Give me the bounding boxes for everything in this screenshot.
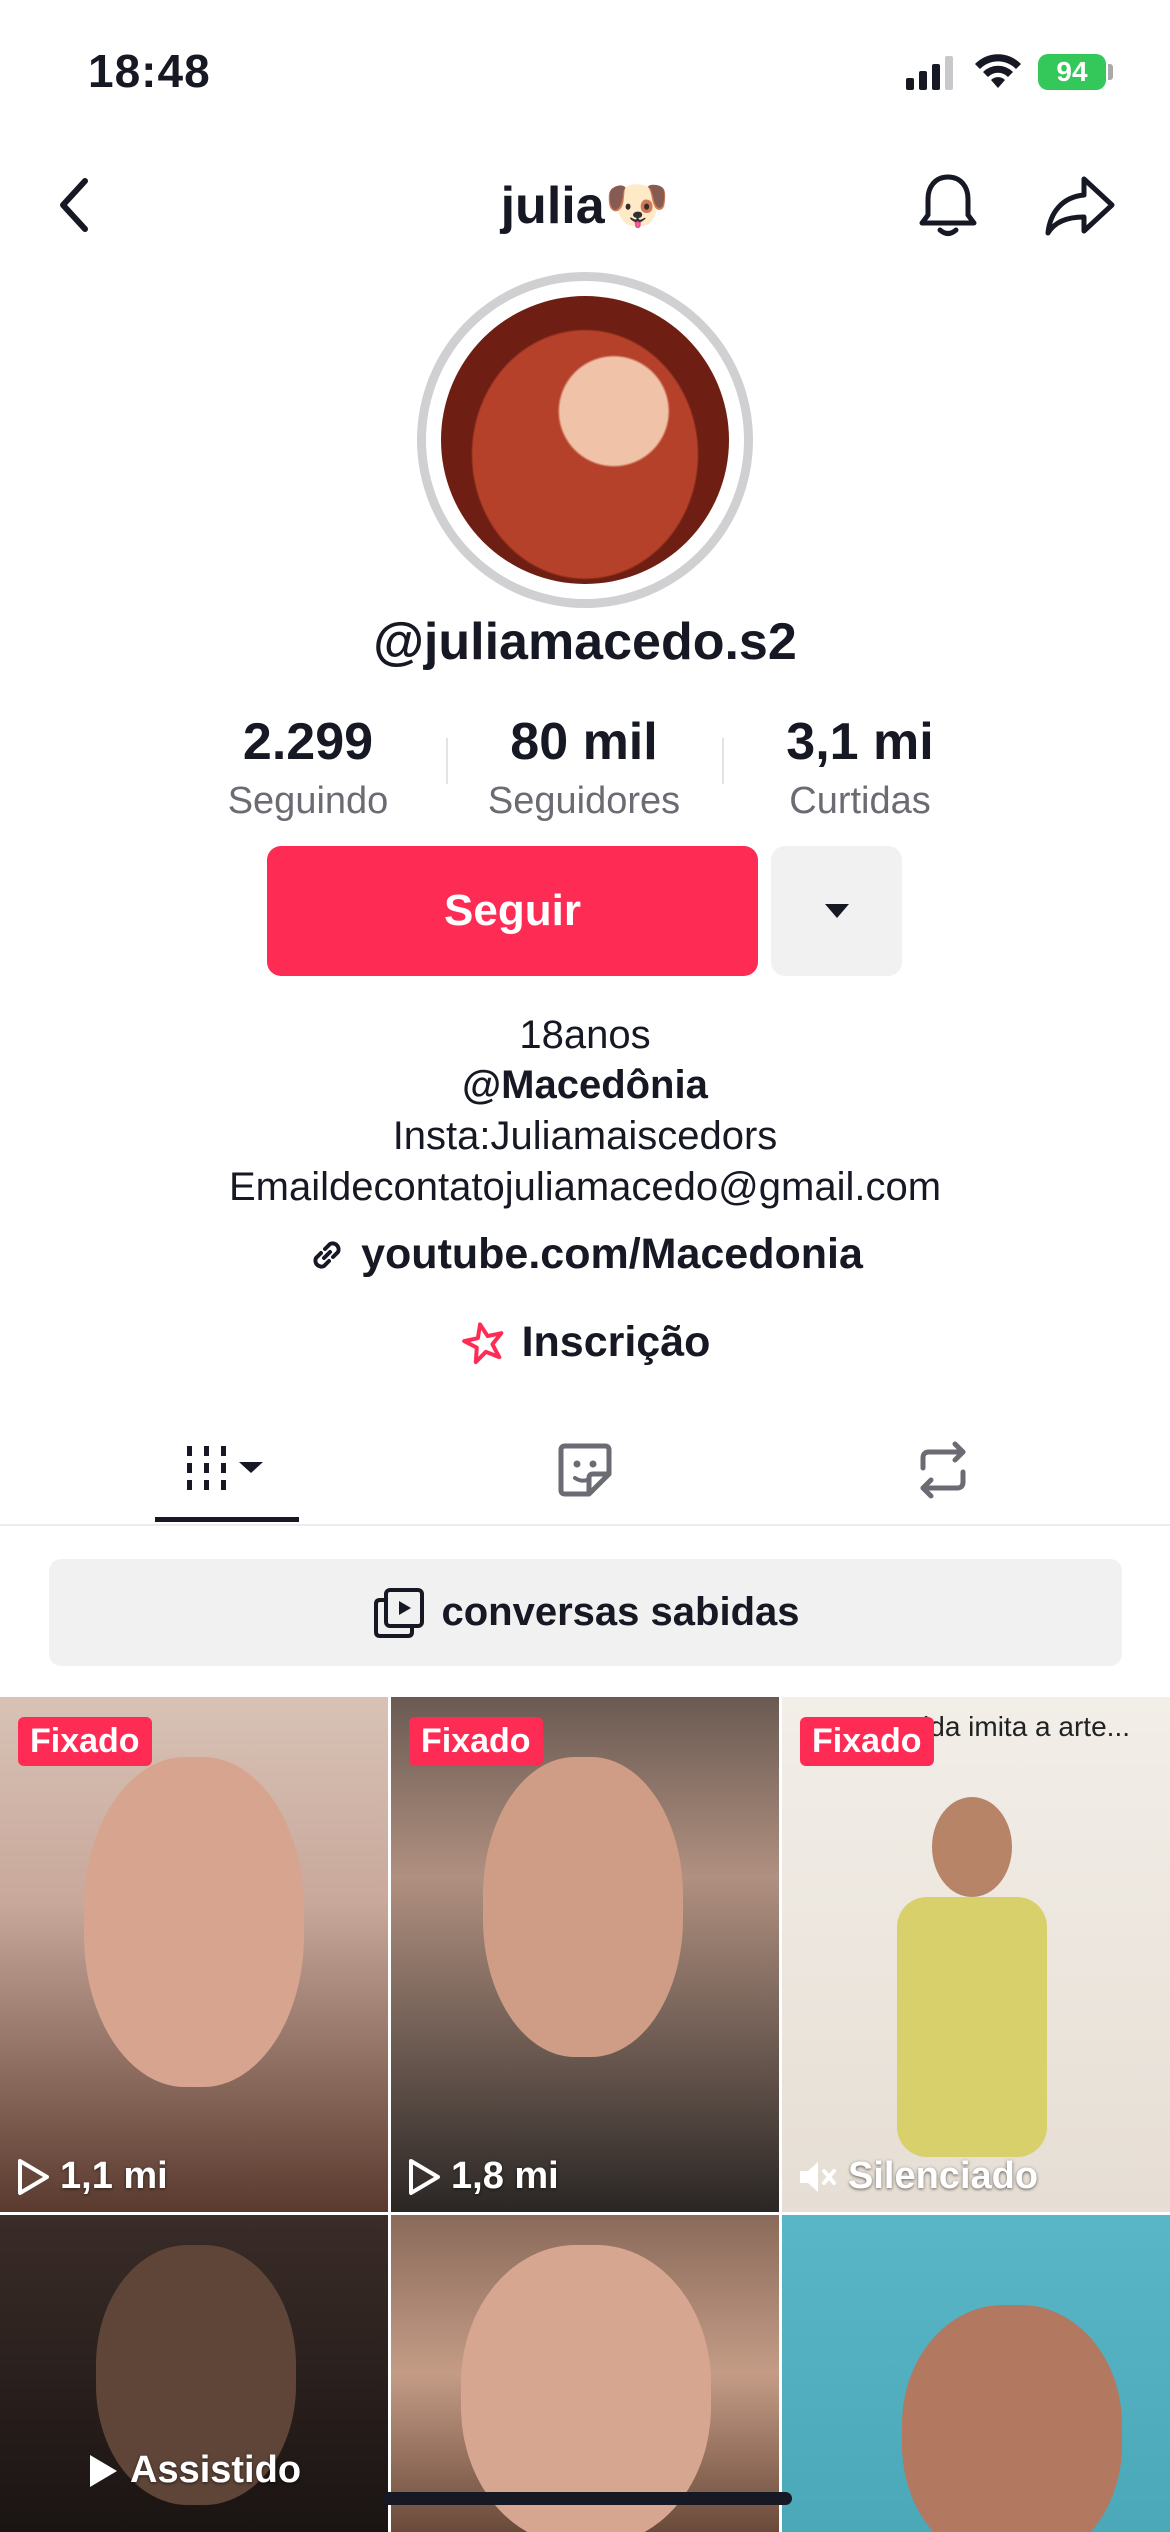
tab-videos[interactable]	[155, 1430, 299, 1510]
subscription-label: Inscrição	[521, 1318, 711, 1366]
bio-line: Insta:Juliamaiscedors	[392, 1114, 778, 1158]
stat-value: 2.299	[242, 713, 374, 771]
bio-line: Emaildecontatojuliamacedo@gmail.com	[228, 1165, 942, 1209]
video-tile[interactable]: Fixado 1,8 mi	[391, 1697, 779, 2212]
mute-status: Silenciado	[848, 2155, 1039, 2197]
stat-value: 80 mil	[510, 713, 658, 771]
follow-button[interactable]: Seguir	[267, 846, 758, 976]
bell-icon	[919, 174, 977, 236]
username: @juliamacedo.s2	[373, 613, 797, 671]
pinned-badge: Fixado	[800, 1717, 934, 1766]
pinned-badge: Fixado	[18, 1717, 152, 1766]
bio-link[interactable]: youtube.com/Macedonia	[0, 1230, 1170, 1279]
video-thumbnail	[897, 1897, 1047, 2157]
view-count: 1,8 mi	[451, 2155, 559, 2197]
pinned-badge: Fixado	[409, 1717, 543, 1766]
video-tile[interactable]: Assistido	[0, 2215, 388, 2532]
stat-divider	[446, 738, 448, 784]
collection-button[interactable]: conversas sabidas	[49, 1559, 1122, 1666]
avatar[interactable]	[441, 296, 729, 584]
video-stats: Assistido	[86, 2449, 301, 2492]
tab-reposts[interactable]	[898, 1430, 988, 1510]
video-tile[interactable]	[782, 2215, 1170, 2532]
share-button[interactable]	[1038, 168, 1122, 244]
sticker-icon	[558, 1443, 612, 1497]
stat-divider	[722, 738, 724, 784]
divider	[0, 1524, 1170, 1526]
video-thumbnail	[84, 1757, 304, 2087]
collection-label: conversas sabidas	[441, 1590, 800, 1634]
page-title: julia🐶	[500, 177, 670, 235]
video-thumbnail	[483, 1757, 683, 2057]
play-filled-icon	[90, 2454, 117, 2487]
watched-status: Assistido	[130, 2449, 302, 2491]
bio-mention[interactable]: @Macedônia	[0, 1063, 1170, 1108]
video-thumbnail	[902, 2305, 1122, 2532]
home-indicator	[382, 2492, 792, 2505]
video-stats: 1,8 mi	[407, 2155, 559, 2198]
link-icon	[313, 1240, 341, 1269]
caret-down-icon	[824, 904, 849, 918]
muted-icon	[800, 2161, 836, 2192]
tab-active-indicator	[155, 1517, 299, 1522]
signal-icon	[906, 56, 956, 95]
star-badge-icon	[461, 1321, 503, 1364]
subscription-button[interactable]: Inscrição	[0, 1318, 1170, 1367]
play-outline-icon	[18, 2158, 49, 2195]
view-count: 1,1 mi	[60, 2155, 168, 2197]
stat-followers[interactable]: 80 mil Seguidores	[474, 712, 694, 823]
tab-reposts-stickers[interactable]	[540, 1430, 630, 1510]
bio-link-text: youtube.com/Macedonia	[361, 1230, 863, 1278]
grid-lines-icon	[187, 1446, 263, 1490]
video-grid: Fixado 1,1 mi Fixado 1,8 mi A vida imita…	[0, 1697, 1170, 2532]
repost-icon	[920, 1441, 966, 1499]
stat-following[interactable]: 2.299 Seguindo	[208, 712, 408, 823]
stat-likes[interactable]: 3,1 mi Curtidas	[760, 712, 960, 823]
video-stats: Silenciado	[798, 2155, 1038, 2198]
share-arrow-icon	[1045, 176, 1115, 236]
video-tile[interactable]: A vida imita a arte... Fixado Silenciado	[782, 1697, 1170, 2212]
stat-label: Seguindo	[227, 780, 389, 822]
video-tile[interactable]	[391, 2215, 779, 2532]
notifications-button[interactable]	[910, 168, 986, 244]
suggested-accounts-button[interactable]	[771, 846, 902, 976]
video-stats: 1,1 mi	[16, 2155, 168, 2198]
stat-label: Seguidores	[487, 780, 681, 822]
status-time: 18:48	[88, 45, 211, 97]
video-thumbnail	[461, 2245, 711, 2532]
stat-label: Curtidas	[789, 780, 931, 822]
bio-line: 18anos	[519, 1013, 651, 1057]
battery-tip	[1108, 64, 1113, 80]
battery-level: 94	[1056, 56, 1088, 87]
collection-icon	[373, 1587, 424, 1638]
video-thumbnail	[932, 1797, 1012, 1897]
stat-value: 3,1 mi	[786, 713, 934, 771]
wifi-icon	[974, 52, 1022, 95]
video-tile[interactable]: Fixado 1,1 mi	[0, 1697, 388, 2212]
play-outline-icon	[409, 2158, 440, 2195]
battery-icon: 94	[1038, 54, 1106, 90]
